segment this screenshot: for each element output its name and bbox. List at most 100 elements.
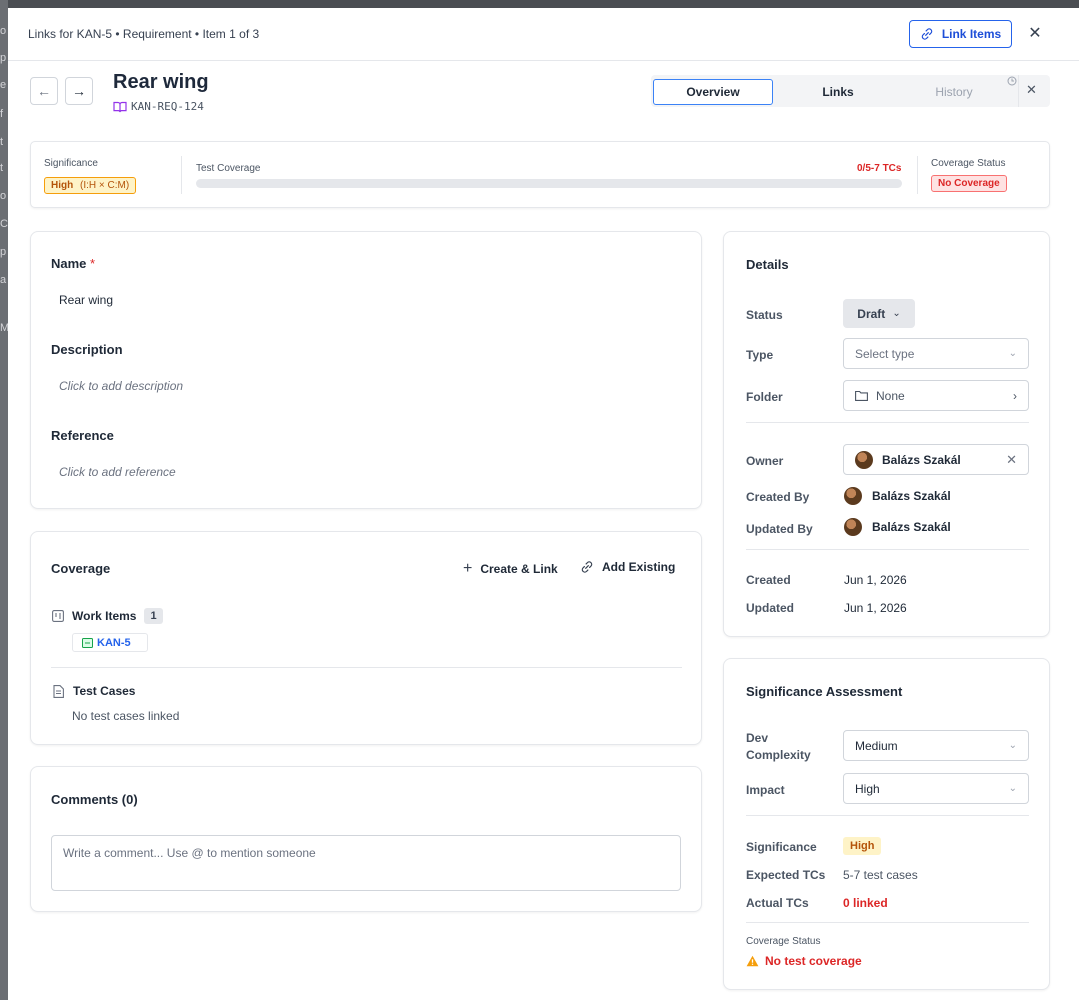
updated-value: Jun 1, 2026	[844, 601, 907, 615]
coverage-status-label: Coverage Status	[931, 158, 1006, 169]
modal-header-bar: Links for KAN-5 • Requirement • Item 1 o…	[8, 8, 1079, 61]
impact-select[interactable]: High ⌄	[843, 773, 1029, 804]
coverage-status-alert: No test coverage	[746, 954, 862, 968]
details-card: Details Status Draft ⌄ Type Select type …	[723, 231, 1050, 637]
test-cases-empty-state: No test cases linked	[72, 709, 180, 723]
coverage-card: Coverage + Create & Link Add Existing Wo…	[30, 531, 702, 745]
add-existing-label: Add Existing	[602, 560, 676, 574]
name-field[interactable]: Rear wing	[59, 293, 113, 307]
link-icon	[921, 28, 933, 40]
test-cases-header: Test Cases	[53, 684, 135, 698]
impact-label: Impact	[746, 783, 785, 797]
close-modal-button[interactable]: ✕	[1025, 24, 1045, 44]
breadcrumb: Links for KAN-5 • Requirement • Item 1 o…	[28, 27, 260, 41]
status-dropdown[interactable]: Draft ⌄	[843, 299, 915, 328]
comments-card: Comments (0) Write a comment... Use @ to…	[30, 766, 702, 912]
create-link-label: Create & Link	[480, 562, 558, 576]
owner-select[interactable]: Balázs Szakál ✕	[843, 444, 1029, 475]
created-label: Created	[746, 573, 791, 587]
close-panel-button[interactable]: ✕	[1026, 82, 1037, 98]
tab-history[interactable]: History	[894, 79, 1014, 105]
updated-by-value: Balázs Szakál	[872, 520, 951, 534]
reference-field[interactable]: Click to add reference	[59, 465, 176, 479]
description-field[interactable]: Click to add description	[59, 379, 183, 393]
avatar	[844, 518, 862, 536]
tabs-divider	[1018, 75, 1019, 107]
type-select[interactable]: Select type ⌄	[843, 338, 1029, 369]
clear-owner-icon[interactable]: ✕	[1006, 452, 1017, 468]
warning-icon	[746, 955, 759, 967]
type-placeholder: Select type	[855, 346, 915, 361]
background-text: o	[0, 25, 7, 37]
create-link-button[interactable]: + Create & Link	[463, 560, 558, 578]
work-items-count: 1	[144, 608, 163, 624]
significance-detail: (I:H × C:M)	[80, 180, 130, 191]
significance-label: Significance	[746, 840, 817, 854]
test-coverage-count: 0/5-7 TCs	[857, 163, 902, 174]
actual-tcs-value: 0 linked	[843, 896, 888, 910]
folder-select[interactable]: None ›	[843, 380, 1029, 411]
background-text: a	[0, 274, 7, 286]
status-label: Status	[746, 308, 783, 322]
work-items-label: Work Items	[72, 609, 137, 623]
significance-value: High	[51, 180, 74, 191]
add-existing-button[interactable]: Add Existing	[580, 560, 675, 574]
significance-assessment-card: Significance Assessment Dev Complexity M…	[723, 658, 1050, 990]
dev-complexity-label: Dev Complexity	[746, 730, 811, 764]
comments-title: Comments (0)	[51, 792, 138, 807]
coverage-status-badge: No Coverage	[931, 175, 1007, 192]
requirement-key-text: KAN-REQ-124	[131, 100, 204, 113]
test-coverage-label: Test Coverage	[196, 163, 261, 174]
kanban-icon	[52, 610, 64, 622]
avatar	[855, 450, 873, 469]
chevron-down-icon: ⌄	[1008, 348, 1017, 359]
dev-complexity-value: Medium	[855, 738, 898, 753]
background-text: f	[0, 108, 4, 120]
significance-badge: High	[843, 837, 882, 855]
significance-badge: High (I:H × C:M)	[44, 177, 137, 194]
folder-label: Folder	[746, 390, 783, 404]
background-text: t	[0, 136, 4, 148]
folder-icon	[855, 390, 868, 401]
assessment-divider	[746, 922, 1029, 923]
impact-value: High	[855, 781, 880, 796]
type-label: Type	[746, 348, 774, 362]
tab-overview[interactable]: Overview	[653, 79, 773, 105]
chevron-down-icon: ⌄	[1008, 740, 1017, 751]
requirement-key: KAN-REQ-124	[113, 100, 204, 113]
view-tabs: Overview Links History ✕	[651, 75, 1050, 107]
tab-links[interactable]: Links	[778, 79, 898, 105]
summary-strip: Significance High (I:H × C:M) Test Cover…	[30, 141, 1050, 208]
background-text: o	[0, 190, 7, 202]
name-label: Name *	[51, 256, 95, 271]
chevron-down-icon: ⌄	[892, 308, 901, 319]
status-value: Draft	[857, 306, 886, 321]
chevron-right-icon: ›	[1013, 388, 1017, 403]
link-items-button[interactable]: Link Items	[909, 20, 1012, 48]
updated-by-label: Updated By	[746, 522, 813, 536]
actual-tcs-label: Actual TCs	[746, 896, 809, 910]
plus-icon: +	[463, 560, 473, 577]
dev-complexity-label-line2: Complexity	[746, 748, 811, 762]
work-items-header: Work Items 1	[52, 608, 163, 624]
owner-label: Owner	[746, 454, 784, 468]
description-label: Description	[51, 342, 123, 357]
background-text: C	[0, 218, 8, 230]
previous-item-button[interactable]: ←	[30, 77, 58, 105]
dev-complexity-select[interactable]: Medium ⌄	[843, 730, 1029, 761]
summary-divider	[917, 156, 918, 194]
required-mark: *	[90, 256, 96, 271]
comment-input[interactable]: Write a comment... Use @ to mention some…	[51, 835, 681, 891]
story-icon	[82, 637, 93, 648]
coverage-title: Coverage	[51, 561, 111, 576]
main-fields-card: Name * Rear wing Description Click to ad…	[30, 231, 702, 509]
work-item-chip[interactable]: KAN-5	[72, 633, 148, 652]
next-item-button[interactable]: →	[65, 77, 93, 105]
link-items-label: Link Items	[941, 27, 1002, 41]
owner-value-wrap: Balázs Szakál	[855, 450, 961, 469]
created-by-label: Created By	[746, 490, 810, 504]
owner-value: Balázs Szakál	[882, 452, 961, 467]
avatar	[844, 487, 862, 505]
requirement-modal: Links for KAN-5 • Requirement • Item 1 o…	[8, 8, 1079, 1000]
updated-label: Updated	[746, 601, 794, 615]
